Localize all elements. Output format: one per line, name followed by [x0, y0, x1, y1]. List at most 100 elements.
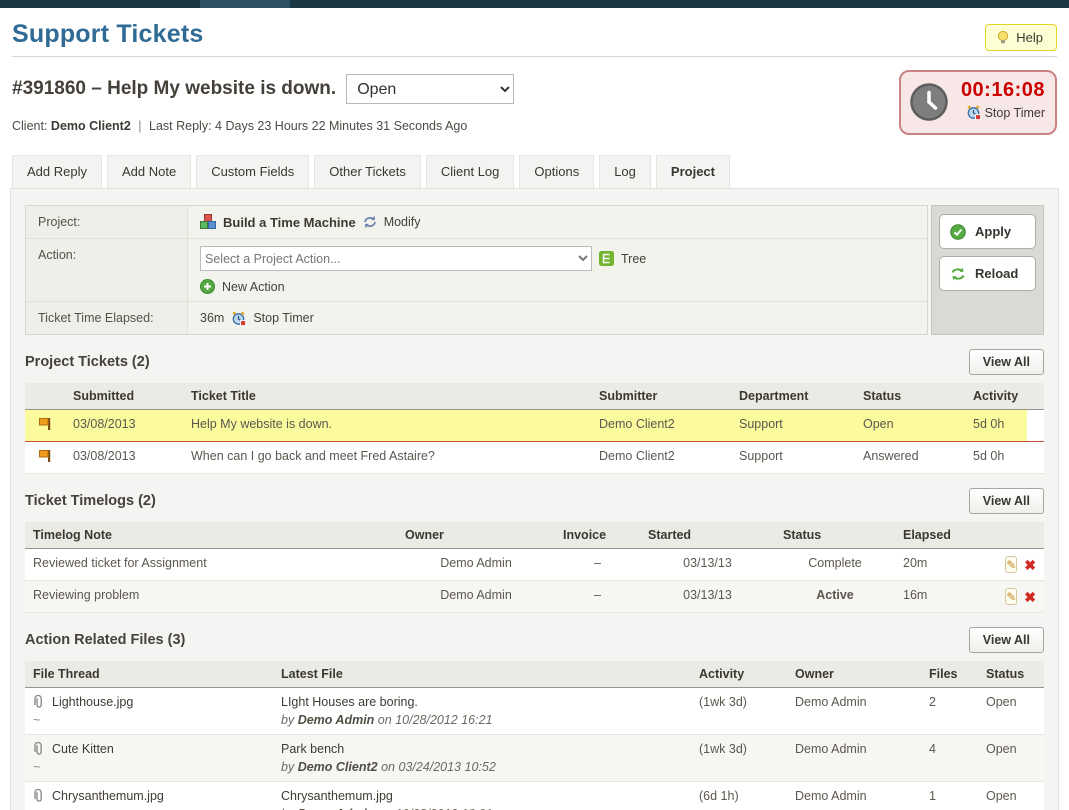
reload-arrows-icon: [950, 267, 966, 281]
modify-link[interactable]: Modify: [384, 215, 421, 229]
latest-file-title: Park bench: [281, 742, 344, 756]
cell-submitted: 03/08/2013: [65, 410, 183, 442]
col-status: Status: [978, 661, 1044, 688]
latest-file-datetime: 10/28/2012 16:21: [395, 713, 492, 727]
file-thread-name: Lighthouse.jpg: [52, 695, 133, 709]
project-ticket-row-current[interactable]: 03/08/2013 Help My website is down. Demo…: [25, 410, 1044, 442]
file-thread-name: Chrysanthemum.jpg: [52, 789, 164, 803]
by-label: by: [281, 760, 294, 774]
col-elapsed: Elapsed: [895, 522, 999, 549]
ticket-tabs: Add Reply Add Note Custom Fields Other T…: [12, 155, 1069, 188]
files-view-all-button[interactable]: View All: [969, 627, 1044, 653]
edit-timelog-icon[interactable]: ✎: [1005, 556, 1017, 573]
file-thread-name: Cute Kitten: [52, 742, 114, 756]
cell-ticket-title: When can I go back and meet Fred Astaire…: [183, 442, 591, 474]
reload-label: Reload: [975, 266, 1018, 281]
client-name: Demo Client2: [51, 119, 131, 133]
reload-button[interactable]: Reload: [939, 256, 1036, 291]
file-row[interactable]: Lighthouse.jpg ~ LIght Houses are boring…: [25, 688, 1044, 735]
cell-elapsed: 16m: [895, 581, 999, 613]
modify-icon: [363, 215, 377, 229]
flag-icon: [38, 449, 52, 463]
cell-invoice: –: [555, 581, 640, 613]
col-department: Department: [731, 383, 855, 410]
project-cubes-icon: [200, 214, 216, 230]
project-name-link[interactable]: Build a Time Machine: [223, 215, 356, 230]
delete-timelog-icon[interactable]: ✖: [1024, 558, 1036, 572]
cell-note: Reviewing problem: [25, 581, 397, 613]
timelogs-view-all-button[interactable]: View All: [969, 488, 1044, 514]
cell-activity: 5d 0h: [965, 410, 1027, 442]
tab-options[interactable]: Options: [519, 155, 594, 188]
time-elapsed-field-label: Ticket Time Elapsed:: [26, 302, 188, 334]
cell-owner: Demo Admin: [787, 782, 921, 810]
timelog-row: Reviewed ticket for Assignment Demo Admi…: [25, 549, 1044, 581]
tab-client-log[interactable]: Client Log: [426, 155, 515, 188]
latest-file-author: Demo Client2: [298, 760, 378, 774]
files-table: File Thread Latest File Activity Owner F…: [25, 661, 1044, 810]
alarm-clock-icon: [966, 105, 981, 120]
ticket-status-select[interactable]: Open: [346, 74, 514, 104]
cell-activity: (1wk 3d): [691, 735, 787, 782]
project-ticket-row[interactable]: 03/08/2013 When can I go back and meet F…: [25, 442, 1044, 474]
cell-started: 03/13/13: [640, 549, 775, 581]
cell-owner: Demo Admin: [397, 581, 555, 613]
on-label: on: [381, 760, 395, 774]
latest-file-author: Demo Admin: [298, 713, 375, 727]
file-row[interactable]: Chrysanthemum.jpg ~ Chrysanthemum.jpg by…: [25, 782, 1044, 810]
cell-activity: (6d 1h): [691, 782, 787, 810]
cell-elapsed: 20m: [895, 549, 999, 581]
last-reply-label: Last Reply:: [149, 119, 212, 133]
cell-submitter: Demo Client2: [591, 442, 731, 474]
col-started: Started: [640, 522, 775, 549]
page: Support Tickets Help #391860 – Help My w…: [0, 0, 1069, 810]
col-timelog-note: Timelog Note: [25, 522, 397, 549]
tab-add-reply[interactable]: Add Reply: [12, 155, 102, 188]
cell-files-count: 2: [921, 688, 978, 735]
stop-timer-button[interactable]: Stop Timer: [966, 105, 1045, 120]
cell-department: Support: [731, 410, 855, 442]
clock-icon: [909, 82, 949, 122]
tab-custom-fields[interactable]: Custom Fields: [196, 155, 309, 188]
last-reply-value: 4 Days 23 Hours 22 Minutes 31 Seconds Ag…: [215, 119, 467, 133]
lightbulb-icon: [996, 30, 1010, 45]
cell-status: Answered: [855, 442, 965, 474]
col-invoice: Invoice: [555, 522, 640, 549]
cell-started: 03/13/13: [640, 581, 775, 613]
col-flag: [25, 383, 65, 410]
col-status: Status: [775, 522, 895, 549]
cell-owner: Demo Admin: [787, 688, 921, 735]
tab-add-note[interactable]: Add Note: [107, 155, 191, 188]
top-chrome-segment: [200, 0, 290, 8]
timer-widget: 00:16:08 Stop Timer: [899, 70, 1057, 135]
tab-project[interactable]: Project: [656, 155, 730, 188]
by-label: by: [281, 713, 294, 727]
project-tickets-heading: Project Tickets (2): [25, 354, 150, 370]
edit-timelog-icon[interactable]: ✎: [1005, 588, 1017, 605]
timelog-row: Reviewing problem Demo Admin – 03/13/13 …: [25, 581, 1044, 613]
new-action-link[interactable]: New Action: [222, 280, 285, 294]
tree-link[interactable]: Tree: [621, 252, 646, 266]
col-actions: [999, 522, 1044, 549]
apply-button[interactable]: Apply: [939, 214, 1036, 249]
help-button[interactable]: Help: [985, 24, 1057, 51]
tab-log[interactable]: Log: [599, 155, 651, 188]
cell-status: Open: [978, 782, 1044, 810]
tab-other-tickets[interactable]: Other Tickets: [314, 155, 421, 188]
project-tickets-view-all-button[interactable]: View All: [969, 349, 1044, 375]
delete-timelog-icon[interactable]: ✖: [1024, 590, 1036, 604]
timer-elapsed: 00:16:08: [961, 79, 1045, 101]
ticket-title: #391860 – Help My website is down.: [12, 78, 336, 100]
file-row[interactable]: Cute Kitten ~ Park bench by Demo Client2…: [25, 735, 1044, 782]
cell-ticket-title: Help My website is down.: [183, 410, 591, 442]
tree-icon: [599, 251, 614, 266]
col-activity: Activity: [691, 661, 787, 688]
action-field-label: Action:: [26, 239, 188, 301]
cell-status: Open: [978, 735, 1044, 782]
cell-invoice: –: [555, 549, 640, 581]
files-heading: Action Related Files (3): [25, 632, 185, 648]
form-stop-timer-link[interactable]: Stop Timer: [253, 311, 313, 325]
project-action-select[interactable]: Select a Project Action...: [200, 246, 592, 271]
stop-timer-label: Stop Timer: [985, 106, 1045, 120]
page-title: Support Tickets: [12, 20, 203, 48]
